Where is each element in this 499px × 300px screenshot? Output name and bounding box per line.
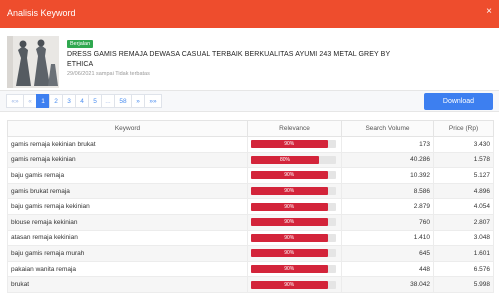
page-ellipsis: ...	[101, 94, 115, 108]
search-volume-cell: 173	[341, 136, 434, 153]
relevance-fill: 90%	[251, 202, 328, 211]
relevance-fill: 90%	[251, 280, 328, 289]
page-button[interactable]: 5	[88, 94, 102, 108]
download-button[interactable]: Download	[424, 93, 493, 110]
relevance-fill: 90%	[251, 249, 328, 258]
relevance-cell: 90%	[247, 245, 342, 262]
product-name: DRESS GAMIS REMAJA DEWASA CASUAL TERBAIK…	[67, 51, 391, 68]
page-button[interactable]: 58	[114, 94, 132, 108]
status-badge: Berjalan	[67, 40, 94, 48]
table-row: gamis remaja kekinian 80% 40.286 1.578	[7, 151, 494, 169]
relevance-fill: 90%	[251, 218, 328, 227]
product-date-range: 29/06/2021 sampai Tidak terbatas	[67, 71, 150, 77]
first-page-button[interactable]: «»	[6, 94, 24, 108]
relevance-cell: 80%	[247, 151, 342, 169]
search-volume-cell: 645	[341, 245, 434, 262]
search-volume-cell: 448	[341, 260, 434, 278]
toolbar: «» « 1 2 3 4 5 ... 58 » »» Download	[0, 90, 499, 112]
price-cell: 1.578	[433, 151, 494, 169]
table-row: pakaian wanita remaja 90% 448 6.576	[7, 260, 494, 278]
search-volume-cell: 1.410	[341, 229, 434, 247]
price-cell: 1.601	[433, 245, 494, 262]
keyword-cell: brukat	[7, 276, 248, 293]
price-cell: 2.807	[433, 213, 494, 231]
page-button[interactable]: 4	[75, 94, 89, 108]
table-row: atasan remaja kekinian 90% 1.410 3.048	[7, 229, 494, 247]
keyword-cell: baju gamis remaja	[7, 167, 248, 184]
relevance-bar: 90%	[251, 218, 336, 227]
table-row: baju gamis remaja 90% 10.392 5.127	[7, 167, 494, 184]
column-header-relevance[interactable]: Relevance	[247, 120, 342, 137]
relevance-bar: 90%	[251, 265, 336, 274]
close-icon[interactable]: ×	[486, 7, 492, 17]
column-header-search-volume[interactable]: Search Volume	[341, 120, 434, 137]
price-cell: 5.998	[433, 276, 494, 293]
relevance-bar: 90%	[251, 171, 336, 180]
relevance-cell: 90%	[247, 182, 342, 200]
table-body: gamis remaja kekinian brukat 90% 173 3.430 g…	[7, 136, 494, 293]
table-row: brukat 90% 38.042 5.998	[7, 276, 494, 293]
next-page-button[interactable]: »	[131, 94, 145, 108]
column-header-keyword[interactable]: Keyword	[7, 120, 248, 137]
table-row: gamis brukat remaja 90% 8.586 4.896	[7, 182, 494, 200]
relevance-fill: 90%	[251, 187, 328, 196]
prev-page-button[interactable]: «	[23, 94, 37, 108]
relevance-cell: 90%	[247, 213, 342, 231]
relevance-fill: 90%	[251, 265, 328, 274]
column-header-price[interactable]: Price (Rp)	[433, 120, 494, 137]
relevance-cell: 90%	[247, 229, 342, 247]
table-row: baju gamis remaja murah 90% 645 1.601	[7, 245, 494, 262]
table-row: gamis remaja kekinian brukat 90% 173 3.430	[7, 136, 494, 153]
last-page-button[interactable]: »»	[144, 94, 162, 108]
relevance-bar: 90%	[251, 249, 336, 258]
product-image	[7, 36, 59, 88]
search-volume-cell: 8.586	[341, 182, 434, 200]
keyword-cell: atasan remaja kekinian	[7, 229, 248, 247]
price-cell: 3.048	[433, 229, 494, 247]
relevance-bar: 90%	[251, 202, 336, 211]
modal-title: Analisis Keyword	[7, 8, 76, 18]
relevance-cell: 90%	[247, 276, 342, 293]
keyword-cell: baju gamis remaja murah	[7, 245, 248, 262]
keyword-cell: gamis remaja kekinian brukat	[7, 136, 248, 153]
table-header-row: Keyword Relevance Search Volume Price (R…	[7, 120, 494, 137]
relevance-bar: 90%	[251, 280, 336, 289]
search-volume-cell: 38.042	[341, 276, 434, 293]
keyword-cell: baju gamis remaja kekinian	[7, 198, 248, 215]
search-volume-cell: 2.879	[341, 198, 434, 215]
price-cell: 4.054	[433, 198, 494, 215]
relevance-fill: 90%	[251, 140, 328, 149]
modal-header: Analisis Keyword ×	[0, 0, 499, 28]
keyword-cell: gamis remaja kekinian	[7, 151, 248, 169]
price-cell: 4.896	[433, 182, 494, 200]
search-volume-cell: 40.286	[341, 151, 434, 169]
relevance-cell: 90%	[247, 136, 342, 153]
page-button[interactable]: 2	[49, 94, 63, 108]
page-button[interactable]: 3	[62, 94, 76, 108]
keyword-cell: blouse remaja kekinian	[7, 213, 248, 231]
relevance-fill: 90%	[251, 233, 328, 242]
relevance-bar: 80%	[251, 155, 336, 164]
price-cell: 6.576	[433, 260, 494, 278]
relevance-cell: 90%	[247, 198, 342, 215]
search-volume-cell: 10.392	[341, 167, 434, 184]
relevance-cell: 90%	[247, 167, 342, 184]
search-volume-cell: 760	[341, 213, 434, 231]
price-cell: 3.430	[433, 136, 494, 153]
table-row: baju gamis remaja kekinian 90% 2.879 4.054	[7, 198, 494, 215]
keyword-table: Keyword Relevance Search Volume Price (R…	[7, 120, 494, 293]
keyword-cell: gamis brukat remaja	[7, 182, 248, 200]
relevance-fill: 90%	[251, 171, 328, 180]
table-row: blouse remaja kekinian 90% 760 2.807	[7, 213, 494, 231]
relevance-bar: 90%	[251, 140, 336, 149]
keyword-cell: pakaian wanita remaja	[7, 260, 248, 278]
page-button[interactable]: 1	[36, 94, 50, 108]
price-cell: 5.127	[433, 167, 494, 184]
relevance-fill: 80%	[251, 155, 319, 164]
relevance-bar: 90%	[251, 233, 336, 242]
pagination: «» « 1 2 3 4 5 ... 58 » »»	[6, 94, 162, 108]
relevance-cell: 90%	[247, 260, 342, 278]
relevance-bar: 90%	[251, 187, 336, 196]
